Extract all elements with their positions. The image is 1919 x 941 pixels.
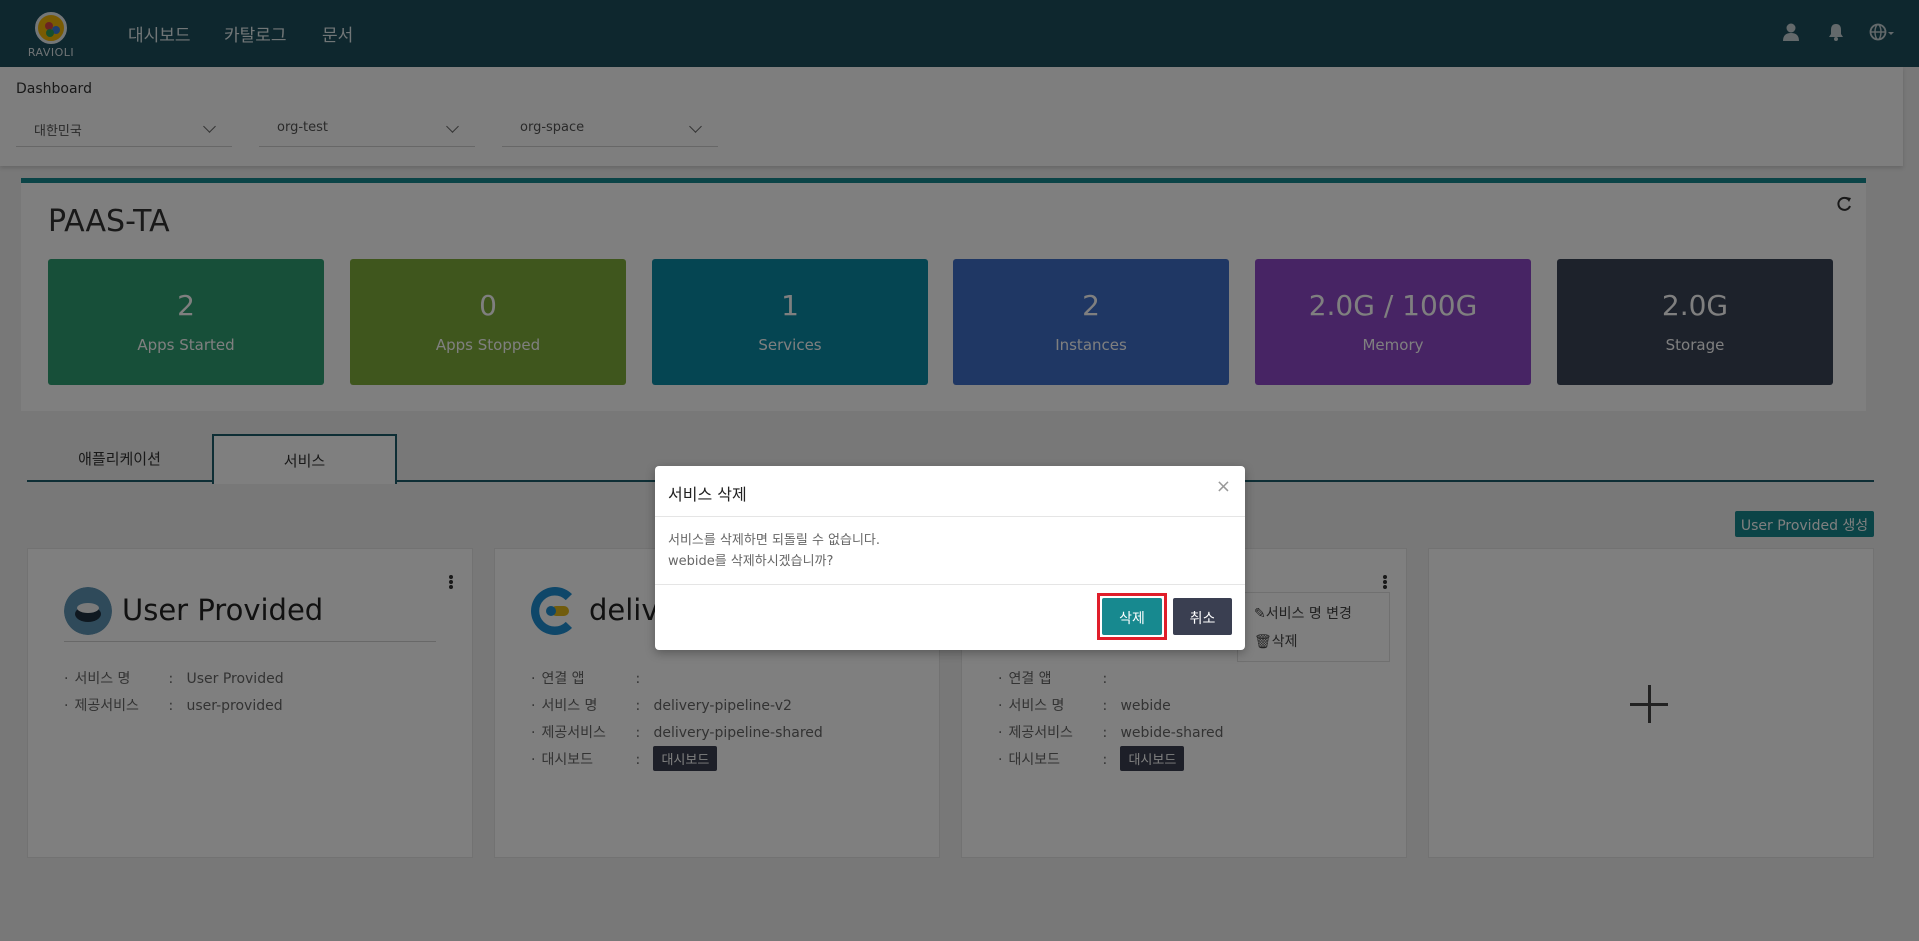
close-icon[interactable]: × — [1216, 476, 1231, 497]
modal-message-confirm: webide를 삭제하시겠습니까? — [668, 554, 834, 569]
modal-body: 서비스를 삭제하면 되돌릴 수 없습니다. webide를 삭제하시겠습니까? — [668, 530, 880, 572]
confirm-delete-button[interactable]: 삭제 — [1102, 598, 1162, 635]
cancel-button[interactable]: 취소 — [1173, 598, 1232, 635]
modal-header: 서비스 삭제 × — [655, 466, 1245, 517]
delete-service-modal: 서비스 삭제 × 서비스를 삭제하면 되돌릴 수 없습니다. webide를 삭… — [655, 466, 1245, 650]
modal-title: 서비스 삭제 — [668, 485, 747, 504]
modal-message-warning: 서비스를 삭제하면 되돌릴 수 없습니다. — [668, 533, 881, 548]
